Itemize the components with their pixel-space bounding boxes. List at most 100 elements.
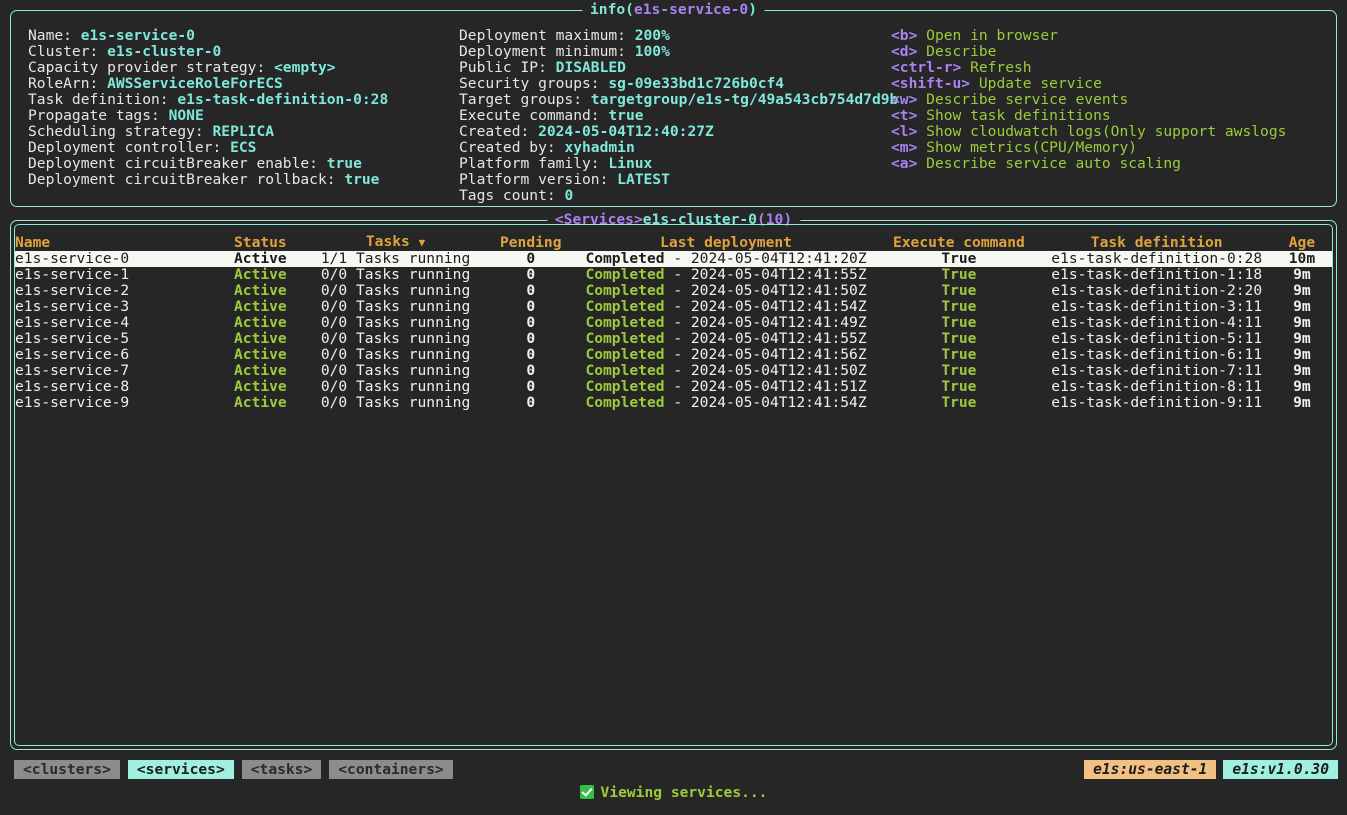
table-row[interactable]: e1s-service-7 Active 0/0 Tasks running 0 Com…: [15, 363, 1332, 379]
shortcut-row[interactable]: <m> Show metrics(CPU/Memory): [891, 140, 1339, 156]
cell-age: 9m: [1293, 363, 1311, 379]
cell-tasks: 0/0 Tasks running: [320, 331, 471, 347]
shortcut-row[interactable]: <d> Describe: [891, 44, 1339, 60]
tab-services[interactable]: <services>: [127, 760, 234, 779]
table-row[interactable]: e1s-service-8 Active 0/0 Tasks running 0 Com…: [15, 379, 1332, 395]
status-badges: e1s:us-east-1 e1s:v1.0.30: [1084, 760, 1338, 779]
deployment-separator: -: [664, 299, 691, 315]
info-deployment-label: Platform family:: [459, 155, 609, 172]
info-deployment-label: Created by:: [459, 139, 565, 156]
table-row[interactable]: e1s-service-3 Active 0/0 Tasks running 0 Com…: [15, 299, 1332, 315]
tab-clusters[interactable]: <clusters>: [14, 760, 120, 779]
table-row[interactable]: e1s-service-5 Active 0/0 Tasks running 0 Com…: [15, 331, 1332, 347]
table-row[interactable]: e1s-service-9 Active 0/0 Tasks running 0 Com…: [15, 395, 1332, 411]
deployment-state: Completed: [585, 363, 665, 379]
shortcut-action: Describe service events: [926, 92, 1129, 108]
info-column-shortcuts: <b> Open in browser <d> Describe <ctrl-r> …: [891, 28, 1339, 172]
info-title-prefix: info(: [590, 1, 634, 18]
table-row[interactable]: e1s-service-1 Active 0/0 Tasks running 0 Com…: [15, 267, 1332, 283]
info-title-service-name: e1s-service-0: [633, 1, 749, 18]
cell-pending: 0: [526, 299, 536, 315]
cell-age: 9m: [1293, 347, 1311, 363]
shortcut-row[interactable]: <ctrl-r> Refresh: [891, 60, 1339, 76]
status-text: Viewing services...: [600, 784, 768, 801]
table-row[interactable]: e1s-service-4 Active 0/0 Tasks running 0 Com…: [15, 315, 1332, 331]
shortcut-row[interactable]: <shift-u> Update service: [891, 76, 1339, 92]
info-general-row: Name: e1s-service-0: [28, 28, 388, 44]
deployment-separator: -: [664, 363, 691, 379]
cell-age: 9m: [1293, 395, 1311, 411]
info-general-value: ECS: [230, 139, 257, 156]
column-header-execute-command[interactable]: Execute command: [876, 234, 1041, 251]
deployment-timestamp: 2024-05-04T12:41:51Z: [690, 379, 867, 395]
cell-pending: 0: [526, 363, 536, 379]
shortcut-row[interactable]: <t> Show task definitions: [891, 108, 1339, 124]
shortcut-row[interactable]: <a> Describe service auto scaling: [891, 156, 1339, 172]
info-deployment-label: Platform version:: [459, 171, 618, 188]
cell-pending: 0: [526, 267, 536, 283]
services-panel: <Services>e1s-cluster-0(10) Name Status …: [10, 212, 1337, 750]
cell-pending: 0: [526, 315, 536, 331]
info-deployment-row: Platform version: LATEST: [459, 172, 898, 188]
column-header-pending[interactable]: Pending: [486, 234, 576, 251]
cell-task-definition: e1s-task-definition-2:20: [1051, 283, 1263, 299]
column-header-age[interactable]: Age: [1272, 234, 1332, 251]
cell-task-definition: e1s-task-definition-8:11: [1051, 379, 1263, 395]
deployment-timestamp: 2024-05-04T12:41:50Z: [690, 363, 867, 379]
tab-containers[interactable]: <containers>: [329, 760, 453, 779]
deployment-separator: -: [664, 331, 691, 347]
cell-execute-command: True: [941, 315, 977, 331]
column-header-last-deployment[interactable]: Last deployment: [576, 234, 876, 251]
shortcut-action: Update service: [978, 76, 1102, 92]
cell-pending: 0: [526, 379, 536, 395]
info-general-row: Cluster: e1s-cluster-0: [28, 44, 388, 60]
info-general-row: Deployment circuitBreaker rollback: true: [28, 172, 388, 188]
cell-status: Active: [215, 251, 306, 267]
info-deployment-value: 100%: [634, 43, 670, 60]
column-header-task-definition[interactable]: Task definition: [1042, 234, 1272, 251]
info-general-value: NONE: [168, 107, 204, 124]
info-general-row: Deployment controller: ECS: [28, 140, 388, 156]
version-badge: e1s:v1.0.30: [1223, 760, 1338, 779]
deployment-separator: -: [664, 347, 691, 363]
cell-service-name: e1s-service-2: [15, 283, 130, 299]
shortcut-action: Describe: [926, 44, 997, 60]
cell-age: 9m: [1293, 267, 1311, 283]
cell-last-deployment: Completed - 2024-05-04T12:41:20Z: [575, 251, 877, 267]
deployment-timestamp: 2024-05-04T12:41:50Z: [690, 283, 867, 299]
table-row[interactable]: e1s-service-6 Active 0/0 Tasks running 0 Com…: [15, 347, 1332, 363]
info-deployment-value: xyhadmin: [564, 139, 635, 156]
deployment-state: Completed: [585, 299, 665, 315]
shortcut-key: <t>: [891, 108, 927, 124]
table-row[interactable]: e1s-service-0 Active 1/1 Tasks running 0 Com…: [15, 251, 1332, 267]
shortcut-row[interactable]: <w> Describe service events: [891, 92, 1339, 108]
cell-task-definition: e1s-task-definition-1:18: [1051, 267, 1263, 283]
check-mark-button-icon: [579, 785, 594, 799]
column-header-status[interactable]: Status: [215, 234, 305, 251]
cell-task-definition: e1s-task-definition-5:11: [1051, 331, 1263, 347]
info-deployment-value: true: [608, 107, 644, 124]
cell-task-definition: e1s-task-definition-9:11: [1051, 395, 1263, 411]
info-general-row: Scheduling strategy: REPLICA: [28, 124, 388, 140]
cell-execute-command: True: [876, 251, 1042, 267]
column-header-name[interactable]: Name: [15, 234, 215, 251]
cell-task-definition: e1s-task-definition-4:11: [1051, 315, 1263, 331]
tab-tasks[interactable]: <tasks>: [241, 760, 322, 779]
info-deployment-value: 200%: [634, 27, 670, 44]
cell-pending: 0: [485, 251, 576, 267]
table-row[interactable]: e1s-service-2 Active 0/0 Tasks running 0 Com…: [15, 283, 1332, 299]
deployment-timestamp: 2024-05-04T12:41:55Z: [690, 267, 867, 283]
table-header-row: Name Status Tasks ▼ Pending Last deploym…: [15, 234, 1332, 251]
shortcut-row[interactable]: <l> Show cloudwatch logs(Only support aw…: [891, 124, 1339, 140]
shortcut-key: <d>: [891, 44, 927, 60]
column-header-tasks[interactable]: Tasks ▼: [305, 234, 485, 251]
shortcut-row[interactable]: <b> Open in browser: [891, 28, 1339, 44]
cell-execute-command: True: [941, 331, 977, 347]
info-general-value: e1s-service-0: [80, 27, 195, 44]
cell-pending: 0: [526, 395, 536, 411]
deployment-timestamp: 2024-05-04T12:41:20Z: [690, 251, 867, 267]
cell-tasks: 1/1 Tasks running: [305, 251, 486, 267]
cell-service-name: e1s-service-7: [15, 363, 130, 379]
info-general-value: true: [326, 155, 362, 172]
cell-age: 9m: [1293, 315, 1311, 331]
